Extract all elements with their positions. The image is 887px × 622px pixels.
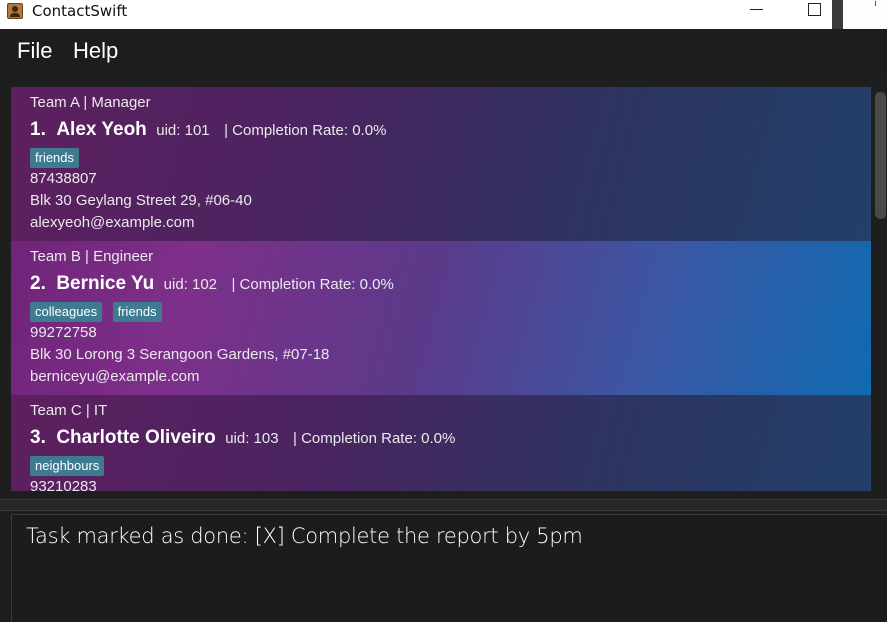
team-role: Team B | Engineer — [30, 248, 154, 265]
menu-bar: File Help — [0, 29, 887, 74]
contact-card-selected[interactable]: Team B | Engineer 2. Bernice Yu uid: 102… — [11, 241, 871, 395]
result-message: Task marked as done: [X] Complete the re… — [26, 524, 583, 548]
contact-card[interactable]: Team A | Manager 1. Alex Yeoh uid: 101 |… — [11, 87, 871, 241]
name-line: 1. Alex Yeoh uid: 101 | Completion Rate:… — [30, 119, 386, 141]
contact-card[interactable]: Team C | IT 3. Charlotte Oliveiro uid: 1… — [11, 395, 871, 491]
contact-uid: uid: 101 — [156, 122, 210, 139]
name-line: 2. Bernice Yu uid: 102 | Completion Rate… — [30, 273, 394, 295]
contact-list[interactable]: Team A | Manager 1. Alex Yeoh uid: 101 |… — [11, 87, 871, 491]
menu-file[interactable]: File — [17, 38, 52, 64]
contact-phone: 93210283 — [30, 478, 97, 491]
minimize-icon[interactable] — [750, 9, 763, 10]
tag: friends — [112, 302, 162, 322]
contact-email: berniceyu@example.com — [30, 368, 200, 385]
contact-phone: 87438807 — [30, 170, 97, 187]
contact-address: Blk 30 Geylang Street 29, #06-40 — [30, 192, 252, 209]
contact-uid: uid: 103 — [225, 430, 279, 447]
contact-name: Bernice Yu — [56, 273, 155, 294]
contact-index: 2. — [30, 273, 46, 294]
contact-list-panel: Team A | Manager 1. Alex Yeoh uid: 101 |… — [0, 78, 887, 499]
team-role: Team A | Manager — [30, 94, 151, 111]
contact-index: 3. — [30, 427, 46, 448]
team-role: Team C | IT — [30, 402, 108, 419]
contact-address: Blk 30 Lorong 3 Serangoon Gardens, #07-1… — [30, 346, 330, 363]
split-divider[interactable] — [0, 499, 887, 511]
completion-rate: | Completion Rate: 0.0% — [231, 276, 394, 293]
scrollbar-thumb[interactable] — [875, 92, 886, 219]
contact-book-icon — [7, 3, 23, 19]
window-title: ContactSwift — [32, 2, 128, 20]
completion-rate: | Completion Rate: 0.0% — [224, 122, 387, 139]
contact-phone: 99272758 — [30, 324, 97, 341]
completion-rate: | Completion Rate: 0.0% — [293, 430, 456, 447]
name-line: 3. Charlotte Oliveiro uid: 103 | Complet… — [30, 427, 455, 449]
contact-email: alexyeoh@example.com — [30, 214, 195, 231]
contact-name: Alex Yeoh — [56, 119, 147, 140]
contact-uid: uid: 102 — [163, 276, 218, 293]
background-window — [843, 0, 887, 29]
tag-list: friends — [30, 148, 85, 168]
tag: neighbours — [30, 456, 105, 476]
tag: friends — [30, 148, 80, 168]
contact-name: Charlotte Oliveiro — [56, 427, 216, 448]
menu-help[interactable]: Help — [73, 38, 118, 64]
result-display[interactable]: Task marked as done: [X] Complete the re… — [11, 514, 887, 622]
tag: colleagues — [30, 302, 103, 322]
maximize-icon[interactable] — [808, 3, 821, 16]
window-title-bar[interactable]: ContactSwift — [0, 0, 832, 29]
tag-list: colleagues friends — [30, 302, 168, 322]
contact-index: 1. — [30, 119, 46, 140]
tag-list: neighbours — [30, 456, 110, 476]
